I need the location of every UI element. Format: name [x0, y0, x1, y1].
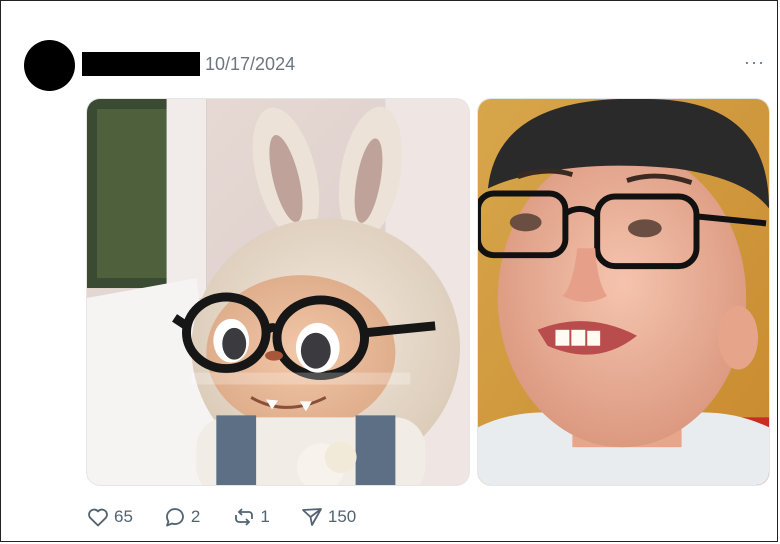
repost-count: 1: [260, 507, 270, 526]
views-button[interactable]: 150: [300, 505, 356, 529]
send-icon: [301, 508, 322, 526]
repost-icon: [235, 508, 254, 526]
reply-button[interactable]: 2: [163, 505, 200, 529]
action-bar: 65 2 1 150: [86, 505, 392, 529]
like-button[interactable]: 65: [86, 505, 133, 529]
plush-photo: [87, 99, 469, 485]
person-photo: [478, 99, 769, 485]
redacted-username: [82, 52, 200, 76]
repost-button[interactable]: 1: [232, 505, 270, 529]
reply-icon: [166, 508, 184, 527]
heart-icon: [88, 508, 108, 527]
media-image-person[interactable]: [477, 98, 770, 486]
post-date[interactable]: 10/17/2024: [205, 52, 295, 76]
like-count: 65: [114, 507, 133, 526]
more-options-icon[interactable]: ···: [744, 52, 765, 73]
media-image-plush[interactable]: [86, 98, 470, 486]
avatar[interactable]: [24, 40, 75, 91]
reply-count: 2: [190, 507, 201, 526]
views-count: 150: [327, 507, 357, 526]
